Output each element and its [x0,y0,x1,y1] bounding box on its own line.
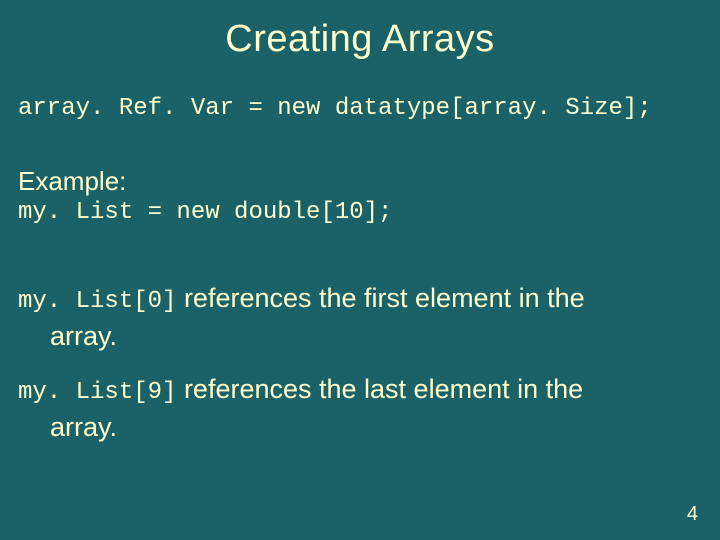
code-ref-last: my. List[9] [18,379,176,406]
desc-cont-last: array. [18,409,702,445]
syntax-line: array. Ref. Var = new datatype[array. Si… [18,95,702,122]
desc-text-first: references the first element in the [176,283,584,313]
example-code: my. List = new double[10]; [18,199,702,226]
slide-title: Creating Arrays [18,18,702,61]
slide-container: Creating Arrays array. Ref. Var = new da… [0,0,720,540]
first-element-description: my. List[0] references the first element… [18,280,702,355]
desc-cont-first: array. [18,318,702,354]
page-number: 4 [687,503,698,526]
desc-text-last: references the last element in the [176,374,583,404]
last-element-description: my. List[9] references the last element … [18,371,702,446]
example-label: Example: [18,166,702,197]
code-ref-first: my. List[0] [18,288,176,315]
